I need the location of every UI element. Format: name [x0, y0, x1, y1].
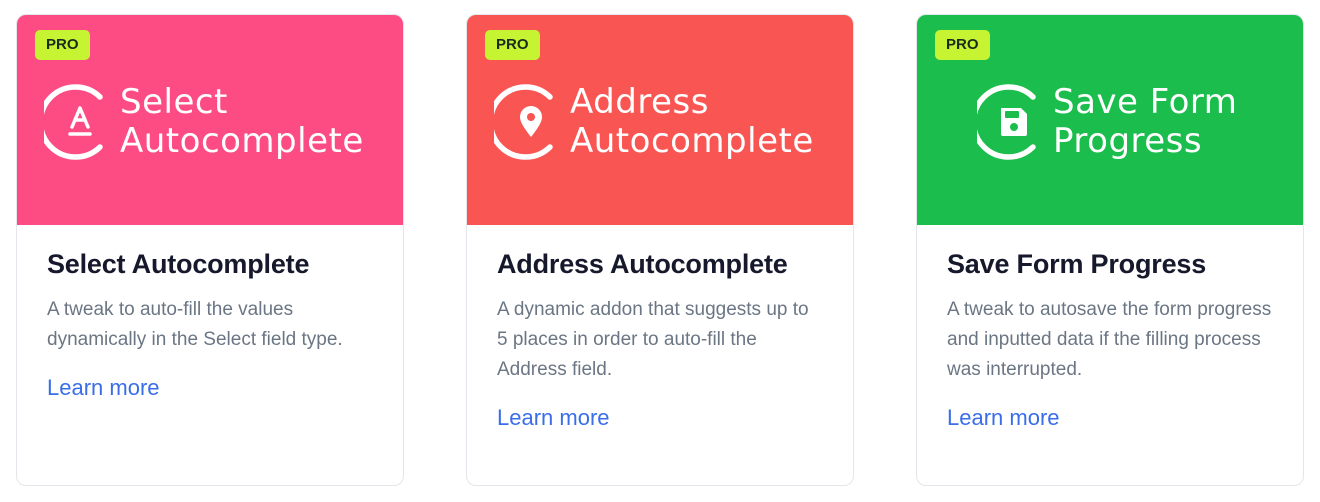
card-description: A tweak to auto-fill the values dynamica…: [47, 299, 343, 350]
card-title: Address Autocomplete: [497, 249, 788, 279]
card-description: A tweak to autosave the form progress an…: [947, 299, 1272, 380]
logo-wordmark: Select Autocomplete: [120, 83, 364, 161]
logo-line-1: Address: [570, 82, 709, 122]
floppy-disk-icon: [977, 82, 1043, 162]
logo-line-2: Autocomplete: [570, 121, 814, 161]
card-banner: PRO Select Autocomplete: [17, 15, 403, 225]
card-body: Save Form Progress A tweak to autosave t…: [917, 225, 1303, 433]
pro-badge: PRO: [935, 30, 990, 60]
pro-badge: PRO: [35, 30, 90, 60]
addon-card-address-autocomplete: PRO Address Autocomplete Address Autocom…: [466, 14, 854, 486]
card-title: Select Autocomplete: [47, 249, 310, 279]
card-body: Address Autocomplete A dynamic addon tha…: [467, 225, 853, 433]
card-title: Save Form Progress: [947, 249, 1207, 279]
logo-line-1: Save Form: [1053, 82, 1238, 122]
addon-logo: Address Autocomplete: [494, 82, 814, 162]
logo-line-2: Progress: [1053, 121, 1203, 161]
card-description: A dynamic addon that suggests up to 5 pl…: [497, 299, 809, 380]
logo-line-2: Autocomplete: [120, 121, 364, 161]
card-banner: PRO Save Form Progress: [917, 15, 1303, 225]
pro-badge: PRO: [485, 30, 540, 60]
card-body: Select Autocomplete A tweak to auto-fill…: [17, 225, 403, 403]
addon-logo: Select Autocomplete: [44, 82, 364, 162]
logo-line-1: Select: [120, 82, 228, 122]
select-letter-a-icon: [44, 82, 110, 162]
addon-logo: Save Form Progress: [977, 82, 1237, 162]
addon-cards-grid: PRO Select Autocomplete Select Autocompl…: [0, 0, 1320, 502]
addon-card-select-autocomplete: PRO Select Autocomplete Select Autocompl…: [16, 14, 404, 486]
logo-wordmark: Save Form Progress: [1053, 83, 1237, 161]
learn-more-link[interactable]: Learn more: [947, 403, 1060, 433]
card-banner: PRO Address Autocomplete: [467, 15, 853, 225]
map-pin-icon: [494, 82, 560, 162]
learn-more-link[interactable]: Learn more: [497, 403, 610, 433]
addon-card-save-form-progress: PRO Save Form Progress Save Form Progres: [916, 14, 1304, 486]
learn-more-link[interactable]: Learn more: [47, 373, 160, 403]
logo-wordmark: Address Autocomplete: [570, 83, 814, 161]
